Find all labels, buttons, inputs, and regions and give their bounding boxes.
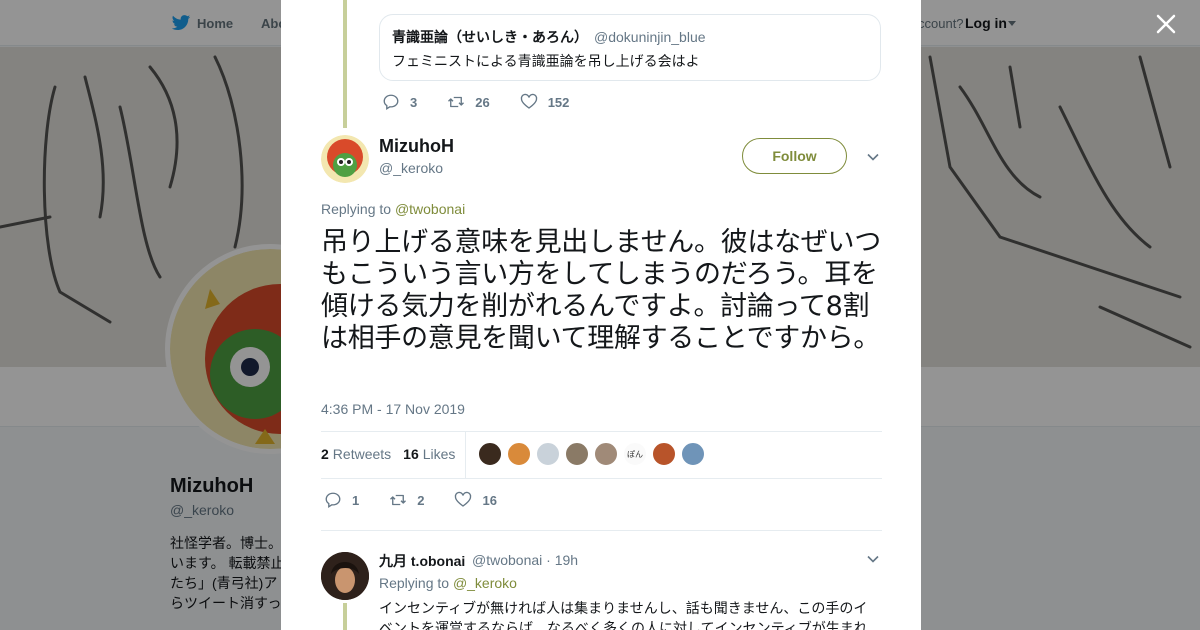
quoted-tweet-card[interactable]: 青識亜論（せいしき・あろん） @dokuninjin_blue フェミニストによる… — [379, 14, 881, 81]
liker-avatar[interactable] — [594, 442, 618, 466]
tweet-stats: 2 Retweets 16 Likes — [321, 446, 467, 462]
like-button[interactable]: 16 — [454, 491, 497, 509]
close-icon[interactable] — [1152, 10, 1180, 38]
likes-stat[interactable]: 16 Likes — [403, 446, 455, 462]
quoted-tweet-name: 青識亜論（せいしき・あろん） — [392, 29, 588, 45]
retweet-button[interactable]: 26 — [447, 93, 490, 111]
divider — [321, 431, 882, 432]
replying-to-line: Replying to @twobonai — [321, 201, 465, 217]
reply-tweet-text: インセンティブが無ければ人は集まりませんし、話も聞きません、この手のイベントを運… — [379, 600, 868, 630]
reply-replying-mention[interactable]: @_keroko — [453, 575, 517, 591]
reply-icon — [325, 492, 341, 508]
quoted-tweet-handle: @dokuninjin_blue — [594, 29, 706, 45]
like-count: 16 — [482, 492, 497, 508]
liker-avatar[interactable] — [565, 442, 589, 466]
retweet-count: 2 — [417, 492, 425, 508]
reply-count: 3 — [410, 94, 418, 110]
reply-replying-prefix: Replying to — [379, 575, 450, 591]
retweets-stat-count: 2 — [321, 446, 329, 462]
likes-stat-count: 16 — [403, 446, 419, 462]
like-count: 152 — [547, 94, 570, 110]
like-icon — [455, 491, 472, 507]
author-avatar[interactable] — [321, 135, 369, 183]
reply-author-avatar[interactable] — [321, 552, 369, 600]
retweet-icon — [390, 494, 407, 506]
liker-avatar[interactable] — [652, 442, 676, 466]
liker-avatar[interactable] — [507, 442, 531, 466]
chevron-down-icon[interactable] — [866, 150, 880, 164]
liker-avatar[interactable] — [681, 442, 705, 466]
like-icon — [520, 93, 537, 109]
reply-icon — [383, 94, 399, 110]
retweet-button[interactable]: 2 — [389, 491, 424, 509]
liker-avatar[interactable] — [536, 442, 560, 466]
retweets-stat[interactable]: 2 Retweets — [321, 446, 391, 462]
replying-to-mention[interactable]: @twobonai — [395, 201, 465, 217]
thread-connector-line — [343, 603, 347, 630]
likes-stat-label: Likes — [422, 446, 456, 462]
tweet-timestamp[interactable]: 4:36 PM - 17 Nov 2019 — [321, 401, 465, 417]
chevron-down-icon[interactable] — [866, 552, 880, 566]
replying-to-prefix: Replying to — [321, 201, 392, 217]
retweet-count: 26 — [475, 94, 490, 110]
retweet-icon — [448, 96, 465, 108]
stats-separator — [465, 432, 466, 478]
reply-author-name[interactable]: 九月 t.obonai — [379, 551, 465, 571]
tweet-actions: 1 2 16 — [324, 491, 527, 509]
tweet-permalink-modal: 青識亜論（せいしき・あろん） @dokuninjin_blue フェミニストによる… — [281, 0, 921, 630]
reply-author-handle: @twobonai — [472, 552, 543, 568]
thread-connector-line — [343, 0, 347, 128]
divider — [321, 478, 882, 479]
retweets-stat-label: Retweets — [332, 446, 392, 462]
reply-button[interactable]: 1 — [324, 491, 359, 509]
reply-tweet-time: · 19h — [546, 552, 579, 568]
liker-avatar[interactable] — [478, 442, 502, 466]
liker-avatar[interactable]: ぽん — [623, 442, 647, 466]
reply-replying-to-line: Replying to @_keroko — [379, 575, 517, 591]
reply-button[interactable]: 3 — [382, 93, 417, 111]
parent-tweet-actions: 3 26 152 — [382, 93, 599, 111]
divider — [321, 530, 882, 531]
like-button[interactable]: 152 — [520, 93, 570, 111]
liker-avatars: ぽん — [478, 442, 710, 466]
liker-avatar-text: ぽん — [627, 449, 643, 459]
author-handle[interactable]: @_keroko — [379, 160, 443, 176]
author-name[interactable]: MizuhoH — [379, 136, 454, 157]
reply-author-meta[interactable]: @twobonai · 19h — [472, 552, 578, 568]
follow-button[interactable]: Follow — [742, 138, 847, 174]
tweet-text: 吊り上げる意味を見出しません。彼はなぜいつもこういう言い方をしてしまうのだろう。… — [321, 227, 881, 354]
reply-count: 1 — [352, 492, 360, 508]
quoted-tweet-text: フェミニストによる青識亜論を吊し上げる会はよ — [392, 53, 700, 69]
